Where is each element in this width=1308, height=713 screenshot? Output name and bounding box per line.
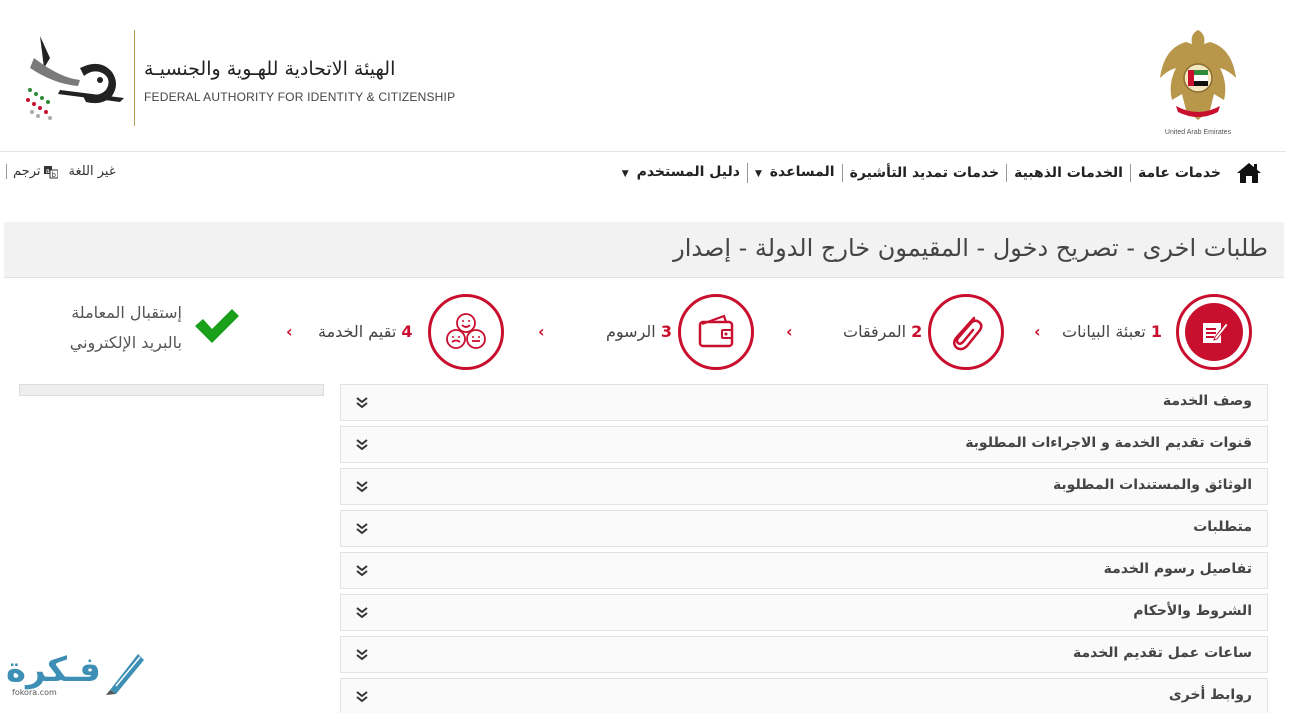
step-text: الرسوم [606, 322, 656, 341]
authority-name-english: FEDERAL AUTHORITY FOR IDENTITY & CITIZEN… [144, 90, 456, 104]
authority-name-arabic: الهيئة الاتحادية للهـوية والجنسيـة [144, 58, 396, 80]
double-chevron-down-icon [356, 481, 368, 493]
progress-steps: 1 تعبئة البيانات ‹ 2 المرفقات ‹ 3 الرسوم… [0, 284, 1286, 384]
nav-item-label: خدمات تمديد التأشيرة [849, 165, 1000, 181]
final-step-label: إستقبال المعاملة بالبريد الإلكتروني [52, 298, 182, 358]
double-chevron-down-icon [356, 523, 368, 535]
sidebar-panel [19, 384, 324, 396]
watermark-url: fokora.com [12, 688, 57, 697]
accordion-label: الوثائق والمستندات المطلوبة [1052, 477, 1252, 493]
accordion-label: تفاصيل رسوم الخدمة [1103, 561, 1252, 577]
step-1-label: 1 تعبئة البيانات [1062, 322, 1162, 341]
step-2-circle[interactable] [928, 294, 1004, 370]
site-header: الهيئة الاتحادية للهـوية والجنسيـة FEDER… [0, 0, 1286, 152]
double-chevron-down-icon [356, 607, 368, 619]
caret-down-icon: ▼ [621, 169, 629, 179]
emblem-caption: United Arab Emirates [1164, 129, 1232, 136]
change-language-link[interactable]: غير اللغة [68, 164, 115, 179]
accordion-item-working-hours[interactable]: ساعات عمل تقديم الخدمة [340, 636, 1268, 673]
step-3-circle[interactable] [678, 294, 754, 370]
uae-emblem: United Arab Emirates [1158, 24, 1238, 136]
form-edit-icon [1203, 322, 1229, 343]
final-step-line-1: إستقبال المعاملة [71, 303, 182, 322]
double-chevron-down-icon [356, 397, 368, 409]
step-4-circle[interactable] [428, 294, 504, 370]
accordion-label: روابط أخرى [1168, 687, 1252, 703]
nav-item-user-guide[interactable]: دليل المستخدم ▼ [615, 163, 747, 183]
nav-item-label: الخدمات الذهبية [1014, 165, 1123, 181]
step-2-label: 2 المرفقات [843, 322, 922, 341]
nav-item-label: خدمات عامة [1137, 165, 1221, 181]
nav-item-general-services[interactable]: خدمات عامة [1129, 164, 1228, 182]
nav-item-visa-extension[interactable]: خدمات تمديد التأشيرة [841, 164, 1006, 182]
double-chevron-down-icon [356, 691, 368, 703]
step-3-label: 3 الرسوم [606, 322, 672, 341]
step-number: 4 [401, 322, 413, 341]
page-title: طلبات اخرى - تصريح دخول - المقيمون خارج … [673, 234, 1268, 262]
paperclip-icon [953, 316, 983, 351]
page-title-bar: طلبات اخرى - تصريح دخول - المقيمون خارج … [4, 222, 1284, 278]
wallet-icon [698, 314, 734, 348]
accordion-item-required-documents[interactable]: الوثائق والمستندات المطلوبة [340, 468, 1268, 505]
nav-item-label: المساعدة [769, 164, 835, 180]
svg-text:b: b [52, 171, 57, 179]
accordion-item-other-links[interactable]: روابط أخرى [340, 678, 1268, 713]
accordion-label: متطلبات [1193, 519, 1252, 535]
svg-text:a: a [46, 167, 50, 175]
chevron-left-icon: ‹ [538, 322, 545, 341]
step-text: تعبئة البيانات [1062, 322, 1146, 341]
chevron-left-icon: ‹ [786, 322, 793, 341]
step-4-label: 4 تقيم الخدمة [318, 322, 413, 341]
chevron-left-icon: ‹ [1034, 322, 1041, 341]
final-step-line-2: بالبريد الإلكتروني [69, 333, 182, 352]
accordion-item-service-description[interactable]: وصف الخدمة [340, 384, 1268, 421]
watermark-text: فـكرة [6, 650, 101, 690]
checkmark-icon [195, 309, 239, 343]
accordion-item-service-channels[interactable]: قنوات تقديم الخدمة و الاجراءات المطلوبة [340, 426, 1268, 463]
accordion-item-requirements[interactable]: متطلبات [340, 510, 1268, 547]
language-tools: ترجم a b غير اللغة [6, 164, 116, 179]
accordion-label: الشروط والأحكام [1133, 603, 1252, 619]
authority-logo[interactable]: الهيئة الاتحادية للهـوية والجنسيـة FEDER… [20, 28, 455, 128]
accordion-label: وصف الخدمة [1162, 393, 1252, 409]
uae-falcon-emblem-icon [1160, 30, 1236, 120]
step-number: 1 [1150, 322, 1162, 341]
step-number: 3 [660, 322, 672, 341]
nav-item-golden-services[interactable]: الخدمات الذهبية [1006, 164, 1130, 182]
main-navigation: خدمات عامة الخدمات الذهبية خدمات تمديد ا… [0, 156, 1286, 192]
caret-down-icon: ▼ [754, 169, 762, 179]
home-icon[interactable] [1236, 162, 1262, 184]
translate-icon: a b [44, 165, 59, 179]
chevron-left-icon: ‹ [286, 322, 293, 341]
step-text: المرفقات [843, 322, 907, 341]
double-chevron-down-icon [356, 439, 368, 451]
service-details-accordion: وصف الخدمة قنوات تقديم الخدمة و الاجراءا… [340, 384, 1268, 713]
fokora-watermark: فـكرة fokora.com [4, 646, 149, 702]
accordion-item-fee-details[interactable]: تفاصيل رسوم الخدمة [340, 552, 1268, 589]
step-1-inner [1185, 303, 1243, 361]
double-chevron-down-icon [356, 649, 368, 661]
nav-menu: خدمات عامة الخدمات الذهبية خدمات تمديد ا… [615, 162, 1262, 184]
falcon-logo-icon [26, 36, 124, 120]
double-chevron-down-icon [356, 565, 368, 577]
step-1-circle[interactable] [1176, 294, 1252, 370]
nav-item-help[interactable]: المساعدة ▼ [746, 163, 842, 183]
step-number: 2 [911, 322, 923, 341]
translate-link[interactable]: ترجم a b [6, 164, 59, 179]
accordion-label: ساعات عمل تقديم الخدمة [1072, 645, 1252, 661]
accordion-item-terms[interactable]: الشروط والأحكام [340, 594, 1268, 631]
pencil-icon [106, 654, 144, 695]
nav-item-label: دليل المستخدم [636, 164, 740, 180]
accordion-label: قنوات تقديم الخدمة و الاجراءات المطلوبة [965, 435, 1252, 451]
step-text: تقيم الخدمة [318, 322, 397, 341]
translate-label: ترجم [13, 164, 41, 179]
logo-divider [134, 30, 135, 126]
faces-rating-icon [446, 313, 486, 349]
